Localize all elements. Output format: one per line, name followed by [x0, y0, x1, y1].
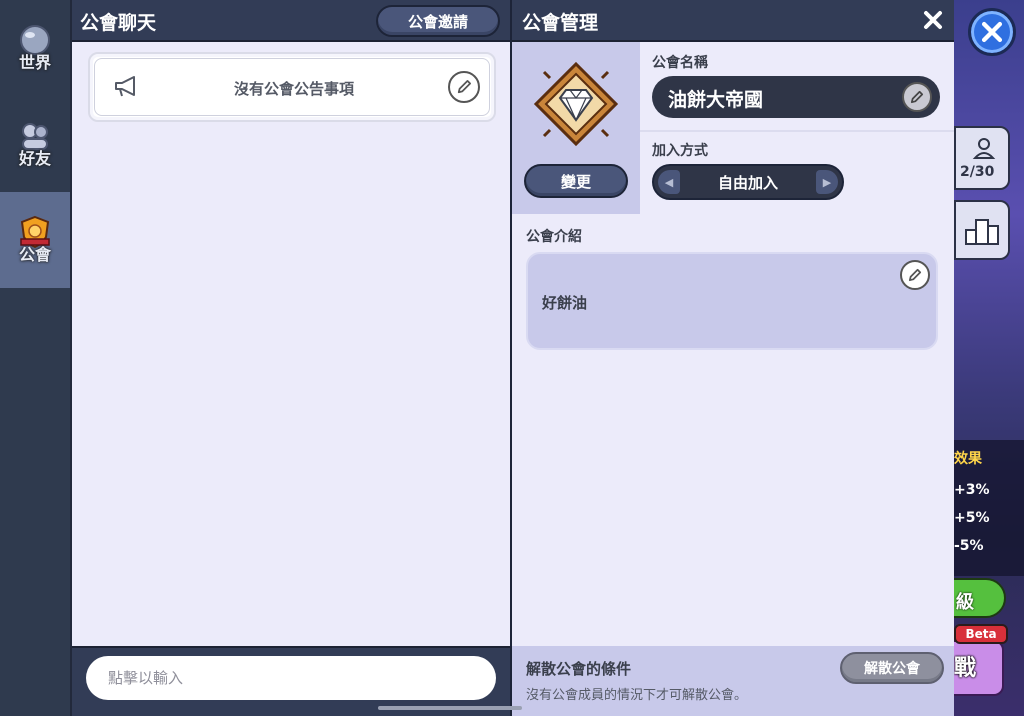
- guild-manage-panel: 公會管理 變更 公會名稱 油餅大帝國 加入方式 ◀ 自由加入 ▶ 公會介紹 好餅…: [510, 0, 954, 716]
- guild-effect-panel: 效果 +3% +5% -5%: [954, 440, 1024, 576]
- battle-label: 戰: [954, 656, 977, 681]
- guild-notice-card: 沒有公會公告事項: [88, 52, 496, 122]
- guild-members-button[interactable]: 2/30: [954, 126, 1010, 190]
- manage-header: 公會管理: [512, 0, 954, 42]
- effect-title: 效果: [954, 451, 982, 467]
- guild-info-area: 公會名稱 油餅大帝國 加入方式 ◀ 自由加入 ▶: [640, 42, 954, 214]
- guild-invite-button[interactable]: 公會邀請: [376, 5, 500, 37]
- sidebar-item-guild[interactable]: 公會: [0, 192, 70, 288]
- divider: [640, 130, 954, 132]
- guild-emblem-diamond-icon: [533, 61, 619, 147]
- guild-name-value: 油餅大帝國: [668, 89, 764, 111]
- effect-value: +5%: [954, 510, 990, 526]
- sidebar-item-label: 世界: [18, 53, 51, 72]
- home-indicator: [378, 706, 522, 710]
- guild-intro-box: 好餅油: [526, 252, 938, 350]
- guild-intro-text: 好餅油: [542, 294, 588, 312]
- guild-ranking-button[interactable]: [954, 200, 1010, 260]
- close-overlay-icon[interactable]: [968, 8, 1016, 56]
- join-method-value: 自由加入: [717, 174, 778, 192]
- manage-title: 公會管理: [522, 12, 599, 34]
- sidebar: 世界 好友 公會: [0, 0, 70, 716]
- level-label: 級: [956, 592, 974, 613]
- chat-title: 公會聊天: [80, 12, 157, 34]
- level-up-button[interactable]: 級: [954, 578, 1006, 618]
- sidebar-item-label: 公會: [18, 245, 51, 264]
- guild-name-label: 公會名稱: [652, 55, 708, 71]
- person-icon: [972, 138, 996, 159]
- guild-battle-button[interactable]: 戰: [954, 640, 1004, 696]
- chat-message-input[interactable]: [86, 656, 496, 700]
- join-method-selector[interactable]: ◀ 自由加入 ▶: [652, 164, 844, 200]
- guild-chat-panel: 公會聊天 公會邀請 沒有公會公告事項: [70, 0, 510, 716]
- sidebar-item-friends[interactable]: 好友: [0, 96, 70, 192]
- edit-pencil-icon[interactable]: [902, 82, 932, 112]
- guild-intro-label: 公會介紹: [526, 229, 582, 245]
- effect-value: -5%: [954, 538, 984, 554]
- disband-section: 解散公會的條件 沒有公會成員的情況下才可解散公會。 解散公會: [512, 646, 954, 716]
- change-emblem-button[interactable]: 變更: [524, 164, 628, 198]
- edit-pencil-icon[interactable]: [448, 71, 480, 103]
- notice-text: 沒有公會公告事項: [233, 80, 354, 98]
- podium-icon: [965, 219, 999, 245]
- chat-header: 公會聊天 公會邀請: [72, 0, 510, 42]
- sidebar-item-world[interactable]: 世界: [0, 0, 70, 96]
- edit-pencil-icon[interactable]: [900, 260, 930, 290]
- join-method-label: 加入方式: [652, 143, 708, 159]
- game-background-edge: 2/30 效果 +3% +5% -5% 級 戰 Beta: [954, 0, 1024, 716]
- guild-name-field[interactable]: 油餅大帝國: [652, 76, 940, 118]
- beta-badge: Beta: [954, 624, 1008, 644]
- emblem-area: 變更: [512, 42, 640, 214]
- close-icon[interactable]: [922, 9, 944, 31]
- members-count: 2/30: [960, 164, 995, 180]
- sidebar-item-label: 好友: [18, 149, 51, 168]
- effect-value: +3%: [954, 482, 990, 498]
- disband-condition-desc: 沒有公會成員的情況下才可解散公會。: [526, 688, 748, 703]
- disband-guild-button[interactable]: 解散公會: [840, 652, 944, 684]
- disband-condition-title: 解散公會的條件: [526, 660, 632, 678]
